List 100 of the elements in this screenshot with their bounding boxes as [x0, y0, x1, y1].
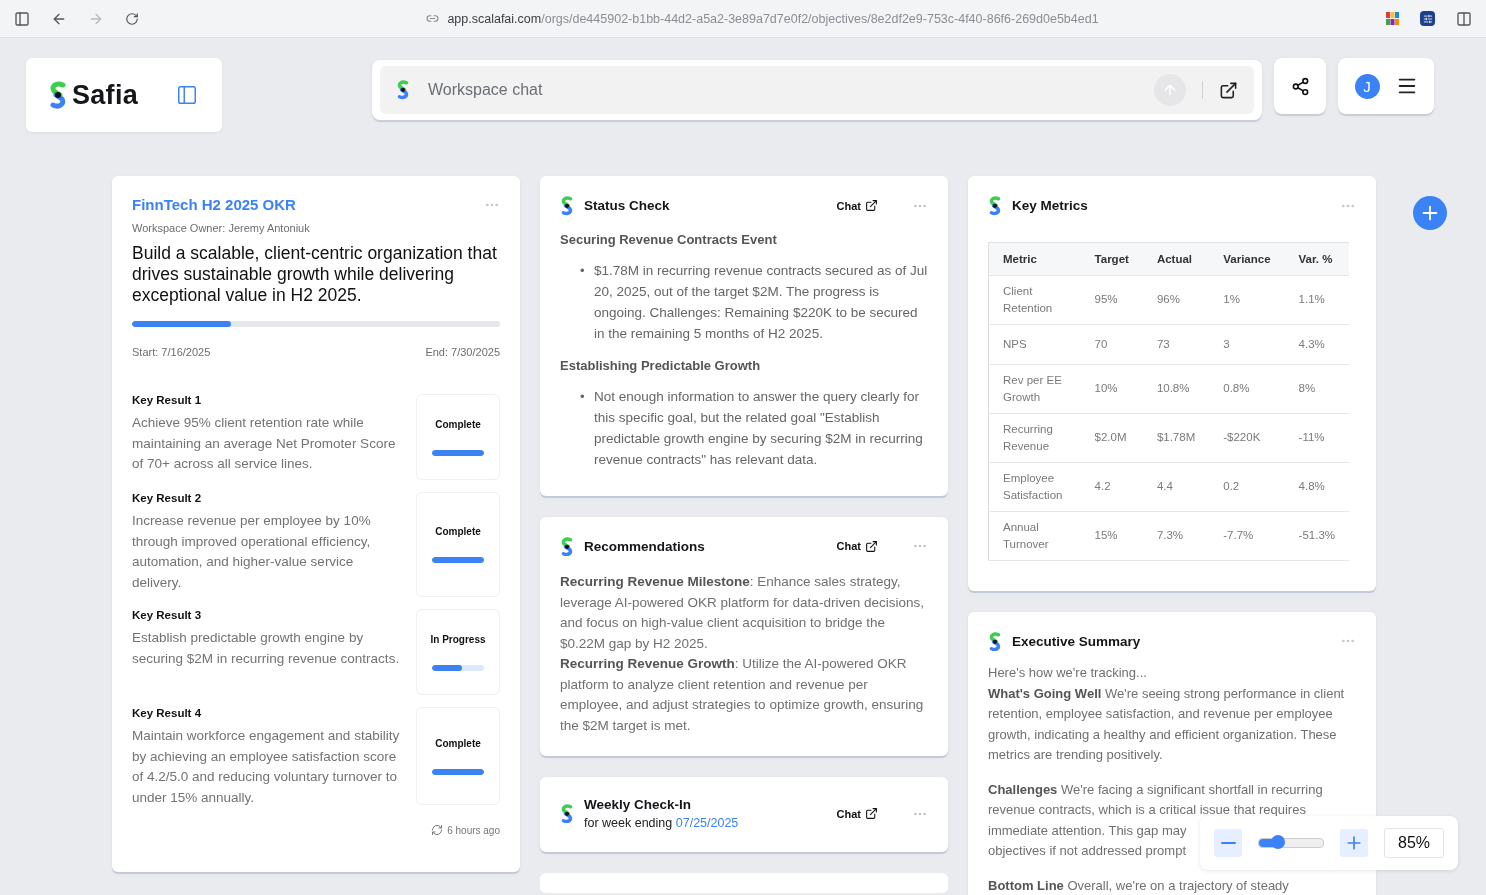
card-title: Weekly Check-In	[584, 797, 693, 813]
table-cell: 95%	[1080, 275, 1143, 325]
summary-text: objectives if not addressed prompt	[988, 842, 1186, 861]
chat-link[interactable]: Chat	[836, 807, 878, 821]
table-cell: 10%	[1080, 364, 1143, 414]
week-ending-text: for week ending 07/25/2025	[584, 816, 739, 831]
extension-icon[interactable]	[1386, 12, 1399, 25]
owner-text: Workspace Owner: Jeremy Antoniuk	[132, 222, 311, 234]
table-cell: 1%	[1209, 275, 1285, 325]
zoom-slider[interactable]	[1258, 838, 1324, 848]
external-link-icon	[865, 807, 878, 821]
table-cell: -51.3%	[1284, 511, 1349, 561]
external-link-icon	[865, 539, 878, 553]
objective-statement: Build a scalable, client-centric organization that drives sustainable growth while delivering exceptional value in H2 2025.	[132, 243, 498, 306]
table-cell: $2.0M	[1080, 413, 1143, 463]
table-cell: 4.4	[1142, 462, 1210, 512]
summary-text: Bottom Line Overall, we're on a trajectory of steady	[988, 876, 1289, 895]
key-result-text: Achieve 95% client retention rate while maintaining an average Net Promoter Score of 70+ across all service lines.	[132, 414, 397, 473]
sidebar-icon[interactable]	[14, 10, 30, 27]
end-date: End: 7/30/2025	[425, 346, 500, 358]
logo-icon	[396, 80, 410, 100]
section-heading: Securing Revenue Contracts Event	[560, 231, 778, 247]
logo-icon	[560, 536, 574, 557]
table-cell: 4.8%	[1284, 462, 1349, 512]
logo-icon	[48, 81, 68, 109]
table-cell: 15%	[1080, 511, 1143, 561]
table-cell: 0.2	[1209, 462, 1285, 512]
key-result-text: Maintain workforce engagement and stability by achieving an employee satisfaction score of 4.2/5.0 and reducing voluntary turnover to under 15% annually.	[132, 727, 400, 807]
summary-text: immediate attention. This gap may	[988, 821, 1187, 840]
bullet-text: $1.78M in recurring revenue contracts secured as of Jul 20, 2025, out of the target $2M. The progress is ongoing. Challenges: Remaining $220K to be secured in the remaining 5 months of H2 2025.	[594, 261, 928, 343]
external-link-icon[interactable]	[1219, 80, 1238, 100]
reload-icon[interactable]	[125, 11, 139, 26]
bullet-text: Not enough information to answer the query clearly for this specific goal, but the related goal "Establish predictable growth engine by securing $2M in recurring revenue contracts" has relevant data.	[594, 387, 924, 469]
share-icon	[1290, 76, 1310, 96]
logo-icon	[988, 196, 1002, 216]
section-heading: Establishing Predictable Growth	[560, 357, 762, 373]
table-cell: 10.8%	[1142, 364, 1210, 414]
table-cell: Client Retention	[988, 275, 1081, 325]
minus-icon	[1220, 842, 1236, 844]
card-title: Executive Summary	[1012, 633, 1141, 649]
start-date: Start: 7/16/2025	[132, 346, 211, 358]
sidebar-icon[interactable]	[1456, 10, 1472, 27]
status-label: Complete	[435, 737, 481, 749]
column-header: Var. %	[1284, 242, 1349, 276]
bullet-marker: •	[580, 261, 586, 280]
table-cell: -11%	[1284, 413, 1349, 463]
zoom-in-button[interactable]	[1340, 829, 1368, 857]
column-header: Metric	[988, 242, 1081, 276]
table-cell: NPS	[988, 324, 1081, 365]
share-button[interactable]	[1274, 58, 1326, 114]
table-cell: 96%	[1142, 275, 1210, 325]
table-cell: Annual Turnover	[988, 511, 1081, 561]
slider-thumb[interactable]	[1271, 835, 1286, 849]
table-cell: 7.3%	[1142, 511, 1210, 561]
card-title: Recommendations	[584, 538, 705, 554]
recommendation-text: Recurring Revenue Milestone: Enhance sales strategy, leverage AI-powered OKR platform for data-driven decisions, and focus on high-value client acquisition to bridge the $0.22M gap by H2 2025.	[560, 573, 925, 653]
table-cell: Rev per EE Growth	[988, 364, 1081, 414]
status-label: Complete	[435, 418, 481, 430]
logo-icon	[560, 196, 574, 216]
zoom-out-button[interactable]	[1214, 829, 1242, 857]
add-button[interactable]	[1413, 196, 1447, 230]
table-cell: Employee Satisfaction	[988, 462, 1081, 512]
bullet-marker: •	[580, 387, 586, 406]
table-cell: Recurring Revenue	[988, 413, 1081, 463]
objective-title[interactable]: FinnTech H2 2025 OKR	[132, 196, 296, 213]
table-cell: 8%	[1284, 364, 1349, 414]
chat-link[interactable]: Chat	[836, 539, 878, 553]
table-cell: 1.1%	[1284, 275, 1349, 325]
table-cell: 70	[1080, 324, 1143, 365]
sidebar-toggle-icon[interactable]	[176, 84, 198, 106]
date-link[interactable]: 07/25/2025	[675, 816, 739, 831]
key-result-text: Establish predictable growth engine by securing $2M in recurring revenue contracts.	[132, 629, 400, 668]
avatar[interactable]: J	[1354, 73, 1380, 99]
recommendation-text: Recurring Revenue Growth: Utilize the AI-powered OKR platform to analyze client retention and revenue per employee, and adjust strategies to optimize growth, ensuring the $2M target is met.	[560, 655, 925, 735]
refresh-icon[interactable]	[431, 824, 444, 836]
table-cell: $1.78M	[1142, 413, 1210, 463]
table-cell: -7.7%	[1209, 511, 1285, 561]
extension-icon[interactable]	[1420, 11, 1435, 26]
status-label: Complete	[435, 526, 481, 537]
link-icon	[426, 12, 440, 25]
column-header: Target	[1080, 242, 1143, 276]
status-label: In Progress	[430, 633, 486, 645]
chat-field[interactable]: Workspace chat	[380, 66, 1254, 114]
updated-time: 6 hours ago	[447, 824, 500, 836]
logo-icon	[560, 803, 574, 824]
summary-text: What's Going Well We're seeing strong performance in client retention, employee satisfaction, and revenue per employee growth, indicating a healthy and efficient organization. These metrics are trending positively.	[988, 684, 1346, 765]
table-cell: 4.3%	[1284, 324, 1349, 365]
key-result-label: Key Result 1	[132, 394, 203, 406]
address-bar[interactable]: app.scalafai.com/orgs/de445902-b1bb-44d2-a5a2-3e89a7d7e0f2/objectives/8e2df2e9-753c-4f40-86f6-269d0e5b4ed1	[447, 11, 1099, 26]
card-title: Key Metrics	[1012, 198, 1088, 214]
chat-link[interactable]: Chat	[836, 199, 878, 213]
key-result-label: Key Result 3	[132, 609, 203, 621]
zoom-value-field[interactable]: 85%	[1384, 828, 1444, 858]
column-header: Variance	[1209, 242, 1285, 276]
logo-icon	[988, 631, 1002, 652]
table-cell: 0.8%	[1209, 364, 1285, 414]
card-title: Status Check	[584, 198, 670, 214]
key-result-label: Key Result 4	[132, 707, 203, 719]
summary-text: Here's how we're tracking...	[988, 664, 1147, 683]
key-result-text: Increase revenue per employee by 10% through improved operational efficiency, automation, and higher-value service delivery.	[132, 512, 372, 592]
